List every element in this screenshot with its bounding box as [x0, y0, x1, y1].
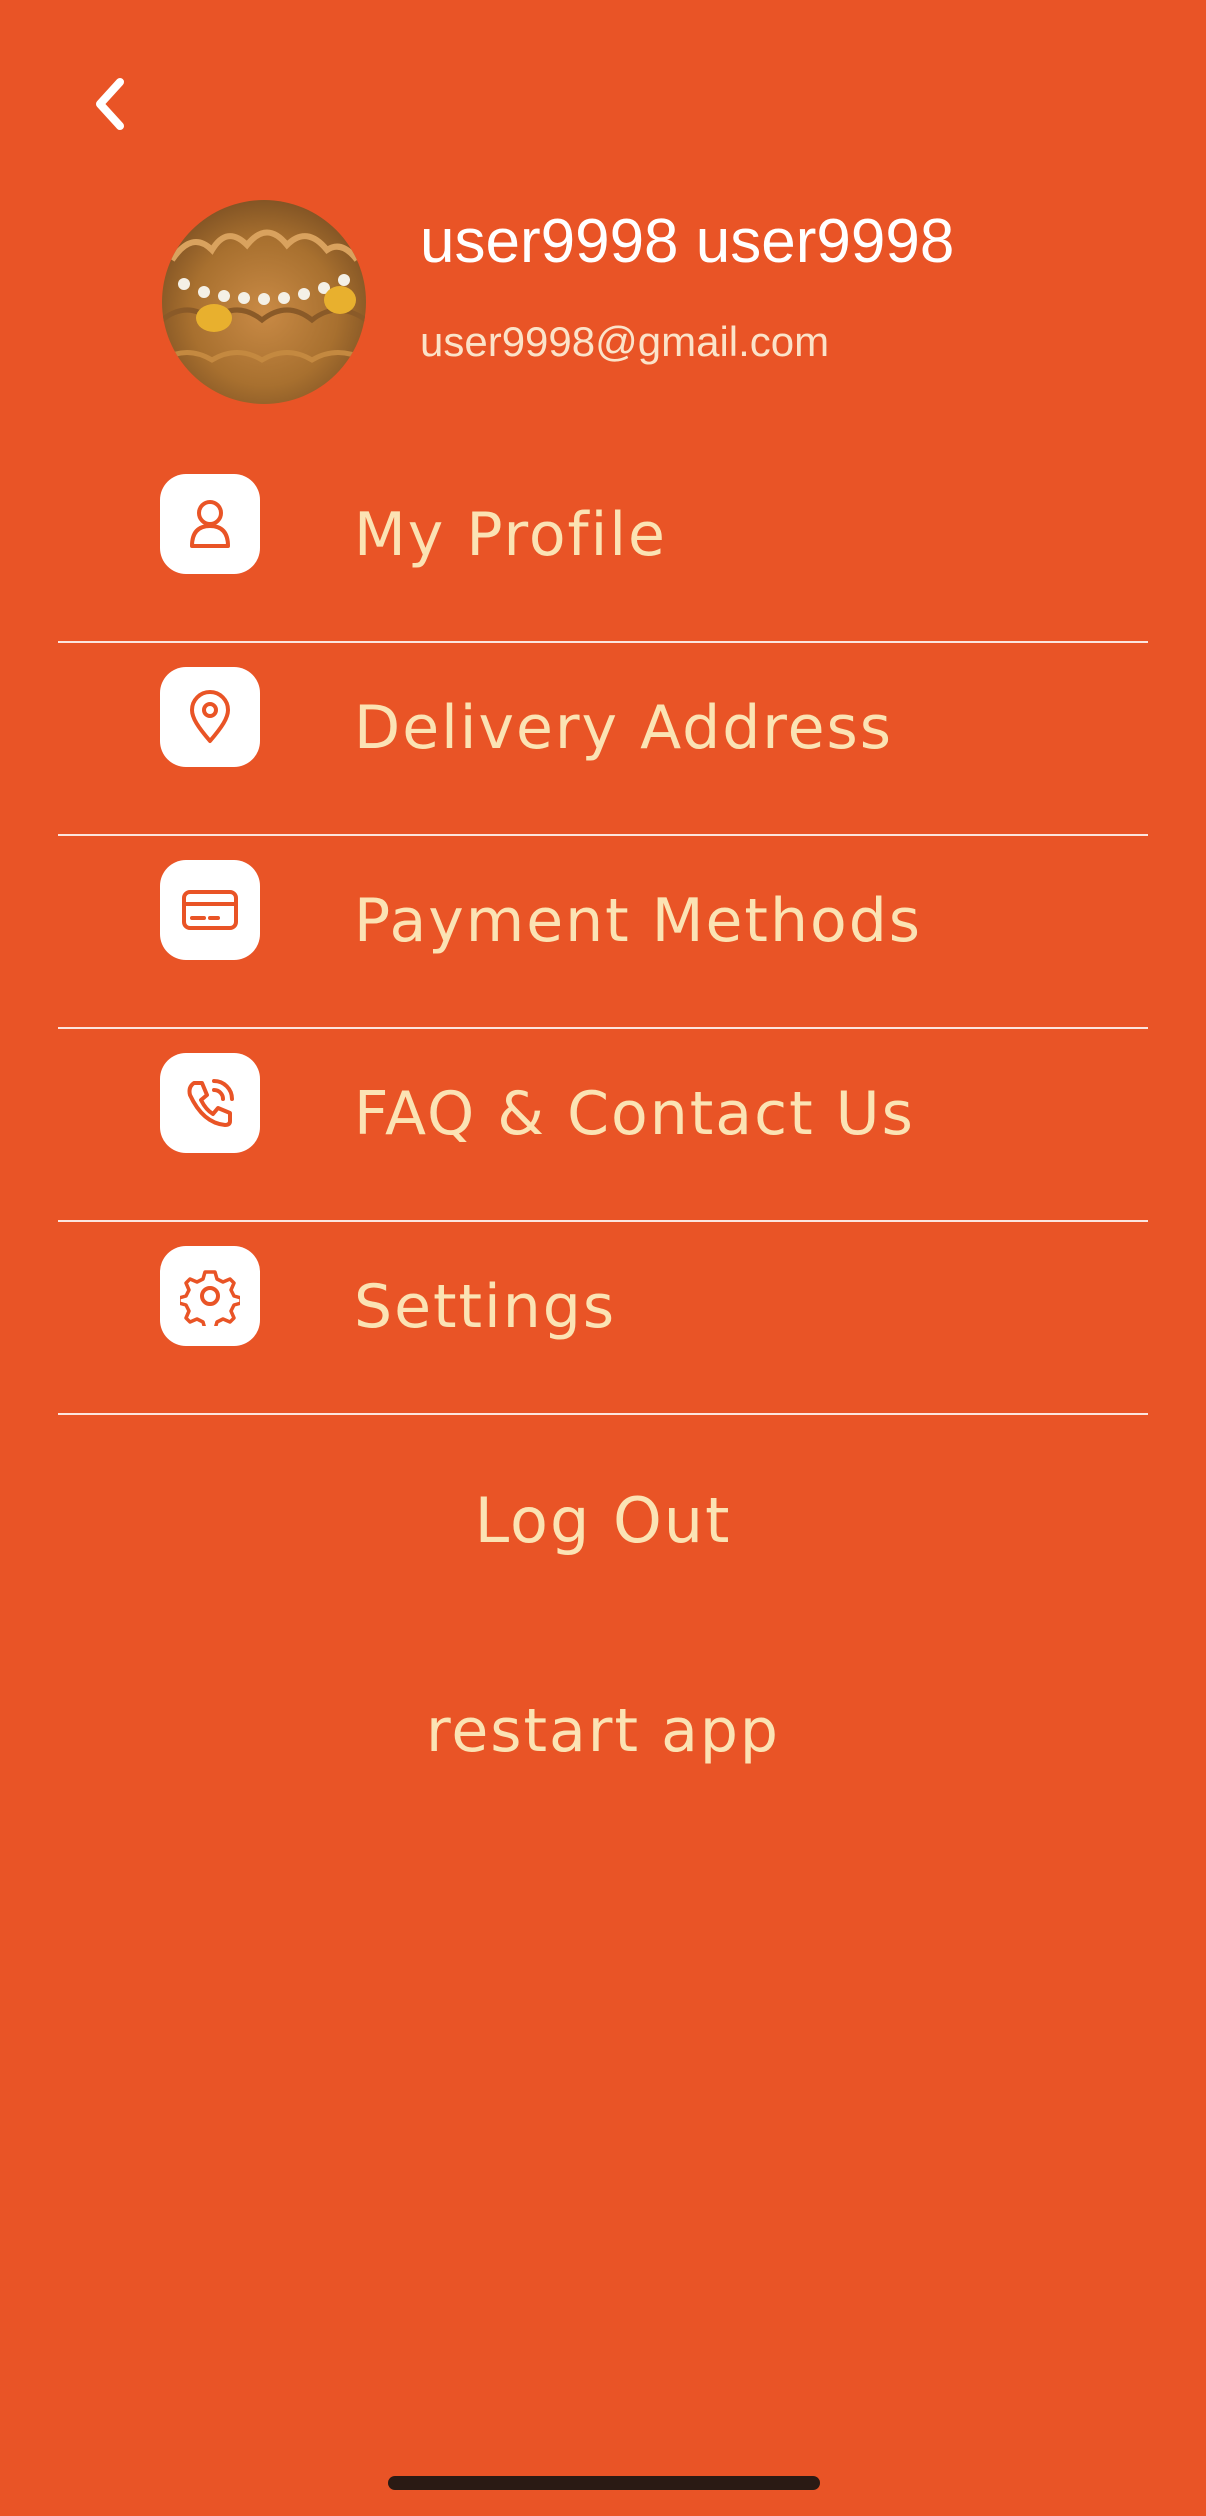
back-button[interactable]	[78, 72, 142, 136]
menu-label: FAQ & Contact Us	[354, 1079, 915, 1149]
menu-item-payment-methods[interactable]: Payment Methods	[58, 836, 1148, 1029]
restart-app-button[interactable]: restart app	[0, 1696, 1206, 1766]
menu-icon-box	[160, 474, 260, 574]
chevron-left-icon	[96, 78, 124, 130]
home-indicator[interactable]	[388, 2476, 820, 2490]
menu-icon-box	[160, 1053, 260, 1153]
person-icon	[190, 500, 230, 548]
profile-photo	[162, 200, 366, 404]
logout-button[interactable]: Log Out	[0, 1484, 1206, 1557]
user-name: user9998 user9998	[420, 207, 955, 276]
menu-item-faq-contact[interactable]: FAQ & Contact Us	[58, 1029, 1148, 1222]
profile-menu-screen: user9998 user9998 user9998@gmail.com My …	[0, 0, 1206, 2516]
menu-label: Payment Methods	[354, 886, 923, 956]
menu-label: Settings	[354, 1272, 617, 1342]
menu-item-delivery-address[interactable]: Delivery Address	[58, 643, 1148, 836]
menu-label: Delivery Address	[354, 693, 894, 763]
menu-item-settings[interactable]: Settings	[58, 1222, 1148, 1415]
user-email: user9998@gmail.com	[420, 318, 830, 365]
menu-icon-box	[160, 860, 260, 960]
avatar[interactable]	[162, 200, 366, 404]
menu-item-my-profile[interactable]: My Profile	[58, 450, 1148, 643]
menu-icon-box	[160, 1246, 260, 1346]
gear-icon	[180, 1270, 240, 1326]
credit-card-icon	[182, 890, 238, 930]
location-pin-icon	[190, 690, 230, 743]
menu-list: My Profile Delivery Address Payment Meth…	[58, 450, 1148, 1415]
phone-call-icon	[187, 1079, 234, 1127]
menu-label: My Profile	[354, 500, 667, 570]
menu-icon-box	[160, 667, 260, 767]
